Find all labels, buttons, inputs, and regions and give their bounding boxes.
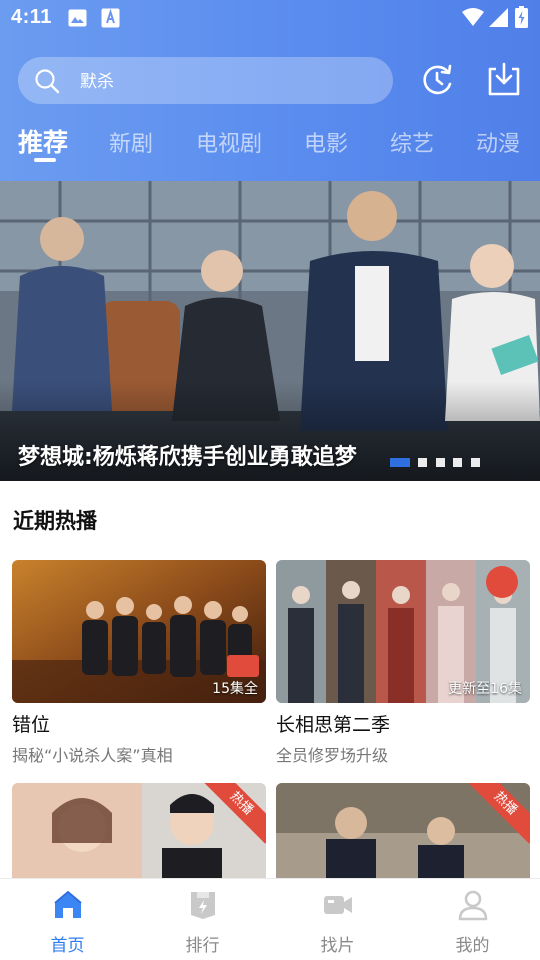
search-query-text: 默杀 [80,72,114,92]
nav-label: 首页 [50,936,85,956]
download-icon[interactable] [486,61,522,97]
nav-find[interactable]: 找片 [270,879,405,960]
video-card[interactable]: 15集全 错位 揭秘“小说杀人案”真相 [12,560,266,770]
category-tabs: 推荐 新剧 电视剧 电影 综艺 动漫 [0,120,540,170]
tab-recommend[interactable]: 推荐 [18,123,68,159]
text-notification-icon [101,8,120,28]
video-card[interactable]: 更新至16集 长相思第二季 全员修罗场升级 [276,560,530,770]
banner-carousel[interactable]: 梦想城:杨烁蒋欣携手创业勇敢追梦 [0,181,540,481]
video-thumbnail: 热播 [276,783,530,878]
status-bar: 4:11 [0,0,540,36]
carousel-dot [453,458,462,467]
tab-new-drama[interactable]: 新剧 [109,126,153,158]
tab-movies[interactable]: 电影 [304,126,348,158]
nav-label: 排行 [185,936,220,956]
bottom-navigation: 首页 排行 找片 我的 [0,878,540,960]
image-notification-icon [68,9,87,27]
profile-icon [458,890,488,921]
battery-icon [515,6,528,28]
card-title: 长相思第二季 [276,714,391,736]
video-card[interactable]: 热播 [12,783,266,878]
banner-image [0,181,540,481]
tab-tv-series[interactable]: 电视剧 [196,126,262,158]
episode-badge: 更新至16集 [448,681,522,697]
header: 4:11 默杀 推荐 新剧 电视剧 电影 综艺 动漫 [0,0,540,181]
video-thumbnail: 热播 [12,783,266,878]
carousel-dot [436,458,445,467]
carousel-dot-active [390,458,410,467]
home-icon [54,890,82,918]
carousel-dot [418,458,427,467]
nav-ranking[interactable]: 排行 [135,879,270,960]
ranking-icon [191,892,215,919]
nav-home[interactable]: 首页 [0,879,135,960]
video-icon [324,896,352,914]
banner-caption: 梦想城:杨烁蒋欣携手创业勇敢追梦 [18,445,357,470]
history-icon[interactable] [420,62,456,98]
tab-variety[interactable]: 综艺 [390,126,434,158]
search-icon [35,69,60,94]
nav-label: 找片 [320,936,355,956]
card-subtitle: 全员修罗场升级 [276,746,389,765]
tab-anime[interactable]: 动漫 [476,126,520,158]
video-card[interactable]: 热播 [276,783,530,878]
video-thumbnail: 15集全 [12,560,266,703]
status-time: 4:11 [11,6,52,28]
card-subtitle: 揭秘“小说杀人案”真相 [12,746,173,765]
carousel-dot [471,458,480,467]
signal-icon [489,8,508,27]
card-title: 错位 [12,714,51,736]
episode-badge: 15集全 [212,681,258,697]
nav-label: 我的 [455,936,490,956]
nav-profile[interactable]: 我的 [405,879,540,960]
section-title: 近期热播 [13,509,97,533]
wifi-icon [462,8,484,26]
tab-indicator [34,158,56,162]
search-input[interactable]: 默杀 [18,57,393,104]
video-thumbnail: 更新至16集 [276,560,530,703]
